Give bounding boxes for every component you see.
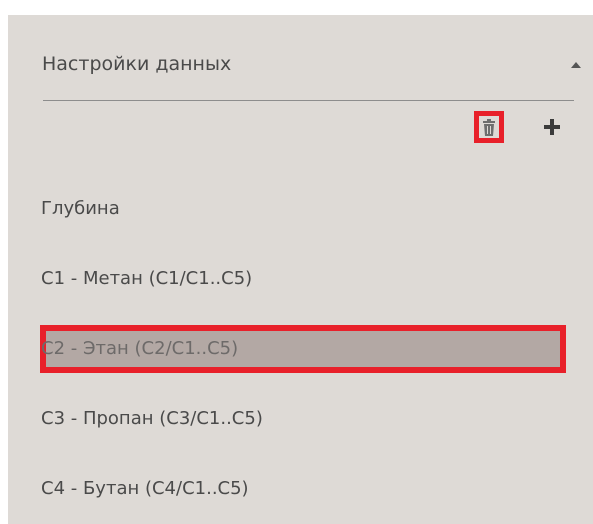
panel-title: Настройки данных: [42, 53, 232, 75]
page: Настройки данных Глубина C1 - Метан (C1/…: [0, 0, 593, 524]
chevron-up-icon: [571, 62, 581, 68]
list-item-c4-butane[interactable]: C4 - Бутан (C4/C1..C5): [8, 467, 593, 524]
trash-icon: [483, 118, 495, 136]
list-toolbar: [8, 107, 593, 147]
list-item-depth[interactable]: Глубина: [8, 187, 593, 257]
list-item-c1-methane[interactable]: C1 - Метан (C1/C1..C5): [8, 257, 593, 327]
list-item-c3-propane[interactable]: C3 - Пропан (C3/C1..C5): [8, 397, 593, 467]
panel-header[interactable]: Настройки данных: [8, 15, 593, 105]
add-button[interactable]: [541, 116, 563, 138]
plus-icon: [544, 119, 560, 135]
list-item-label: C4 - Бутан (C4/C1..C5): [41, 478, 249, 499]
list-item-label: C2 - Этан (C2/C1..C5): [41, 338, 239, 359]
list-item-label: C3 - Пропан (C3/C1..C5): [41, 408, 263, 429]
header-divider: [43, 100, 574, 101]
list-item-label: Глубина: [41, 198, 120, 219]
collapse-toggle-button[interactable]: [569, 59, 583, 71]
list-item-c2-ethane[interactable]: C2 - Этан (C2/C1..C5): [8, 325, 593, 397]
list-item-label: C1 - Метан (C1/C1..C5): [41, 268, 253, 289]
data-settings-panel: Настройки данных Глубина C1 - Метан (C1/…: [8, 15, 593, 524]
data-list: Глубина C1 - Метан (C1/C1..C5) C2 - Этан…: [8, 187, 593, 524]
delete-button[interactable]: [474, 111, 504, 143]
